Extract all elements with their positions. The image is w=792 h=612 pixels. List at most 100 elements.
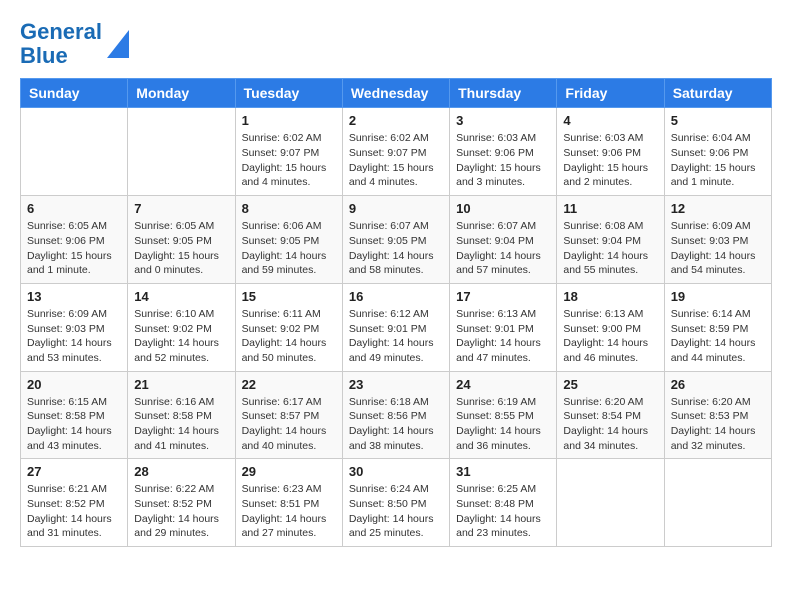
day-number: 27 bbox=[27, 464, 121, 479]
day-of-week-header: Friday bbox=[557, 79, 664, 108]
calendar-table: SundayMondayTuesdayWednesdayThursdayFrid… bbox=[20, 78, 772, 547]
day-info: Sunrise: 6:25 AM Sunset: 8:48 PM Dayligh… bbox=[456, 482, 550, 541]
day-number: 14 bbox=[134, 289, 228, 304]
logo: General Blue bbox=[20, 20, 129, 68]
calendar-cell: 2 Sunrise: 6:02 AM Sunset: 9:07 PM Daylig… bbox=[342, 108, 449, 196]
day-number: 12 bbox=[671, 201, 765, 216]
calendar-cell: 1 Sunrise: 6:02 AM Sunset: 9:07 PM Daylig… bbox=[235, 108, 342, 196]
day-info: Sunrise: 6:08 AM Sunset: 9:04 PM Dayligh… bbox=[563, 219, 657, 278]
calendar-week-row: 1 Sunrise: 6:02 AM Sunset: 9:07 PM Daylig… bbox=[21, 108, 772, 196]
day-info: Sunrise: 6:17 AM Sunset: 8:57 PM Dayligh… bbox=[242, 395, 336, 454]
day-info: Sunrise: 6:09 AM Sunset: 9:03 PM Dayligh… bbox=[27, 307, 121, 366]
day-info: Sunrise: 6:20 AM Sunset: 8:53 PM Dayligh… bbox=[671, 395, 765, 454]
calendar-header-row: SundayMondayTuesdayWednesdayThursdayFrid… bbox=[21, 79, 772, 108]
day-number: 31 bbox=[456, 464, 550, 479]
day-info: Sunrise: 6:12 AM Sunset: 9:01 PM Dayligh… bbox=[349, 307, 443, 366]
day-number: 21 bbox=[134, 377, 228, 392]
calendar-cell: 27 Sunrise: 6:21 AM Sunset: 8:52 PM Dayli… bbox=[21, 459, 128, 547]
day-info: Sunrise: 6:20 AM Sunset: 8:54 PM Dayligh… bbox=[563, 395, 657, 454]
calendar-cell bbox=[664, 459, 771, 547]
day-number: 5 bbox=[671, 113, 765, 128]
calendar-cell: 19 Sunrise: 6:14 AM Sunset: 8:59 PM Dayli… bbox=[664, 283, 771, 371]
day-number: 24 bbox=[456, 377, 550, 392]
calendar-cell: 31 Sunrise: 6:25 AM Sunset: 8:48 PM Dayli… bbox=[450, 459, 557, 547]
day-number: 7 bbox=[134, 201, 228, 216]
calendar-cell: 24 Sunrise: 6:19 AM Sunset: 8:55 PM Dayli… bbox=[450, 371, 557, 459]
day-info: Sunrise: 6:14 AM Sunset: 8:59 PM Dayligh… bbox=[671, 307, 765, 366]
day-number: 8 bbox=[242, 201, 336, 216]
day-info: Sunrise: 6:13 AM Sunset: 9:00 PM Dayligh… bbox=[563, 307, 657, 366]
day-number: 16 bbox=[349, 289, 443, 304]
calendar-cell: 13 Sunrise: 6:09 AM Sunset: 9:03 PM Dayli… bbox=[21, 283, 128, 371]
day-number: 1 bbox=[242, 113, 336, 128]
day-info: Sunrise: 6:06 AM Sunset: 9:05 PM Dayligh… bbox=[242, 219, 336, 278]
day-number: 13 bbox=[27, 289, 121, 304]
calendar-cell: 15Sunrise: 6:11 AM Sunset: 9:02 PM Dayli… bbox=[235, 283, 342, 371]
calendar-cell: 6 Sunrise: 6:05 AM Sunset: 9:06 PM Daylig… bbox=[21, 196, 128, 284]
day-info: Sunrise: 6:05 AM Sunset: 9:06 PM Dayligh… bbox=[27, 219, 121, 278]
day-info: Sunrise: 6:16 AM Sunset: 8:58 PM Dayligh… bbox=[134, 395, 228, 454]
day-info: Sunrise: 6:15 AM Sunset: 8:58 PM Dayligh… bbox=[27, 395, 121, 454]
logo-icon bbox=[107, 30, 129, 58]
calendar-cell: 18 Sunrise: 6:13 AM Sunset: 9:00 PM Dayli… bbox=[557, 283, 664, 371]
day-info: Sunrise: 6:24 AM Sunset: 8:50 PM Dayligh… bbox=[349, 482, 443, 541]
day-of-week-header: Wednesday bbox=[342, 79, 449, 108]
calendar-cell: 8 Sunrise: 6:06 AM Sunset: 9:05 PM Daylig… bbox=[235, 196, 342, 284]
day-info: Sunrise: 6:19 AM Sunset: 8:55 PM Dayligh… bbox=[456, 395, 550, 454]
day-of-week-header: Sunday bbox=[21, 79, 128, 108]
day-info: Sunrise: 6:13 AM Sunset: 9:01 PM Dayligh… bbox=[456, 307, 550, 366]
calendar-cell: 12 Sunrise: 6:09 AM Sunset: 9:03 PM Dayli… bbox=[664, 196, 771, 284]
calendar-cell: 4Sunrise: 6:03 AM Sunset: 9:06 PM Daylig… bbox=[557, 108, 664, 196]
day-number: 23 bbox=[349, 377, 443, 392]
calendar-cell: 10 Sunrise: 6:07 AM Sunset: 9:04 PM Dayli… bbox=[450, 196, 557, 284]
day-number: 25 bbox=[563, 377, 657, 392]
logo-text: General Blue bbox=[20, 20, 102, 68]
day-info: Sunrise: 6:22 AM Sunset: 8:52 PM Dayligh… bbox=[134, 482, 228, 541]
day-info: Sunrise: 6:02 AM Sunset: 9:07 PM Dayligh… bbox=[349, 131, 443, 190]
calendar-cell: 3Sunrise: 6:03 AM Sunset: 9:06 PM Daylig… bbox=[450, 108, 557, 196]
calendar-cell: 11 Sunrise: 6:08 AM Sunset: 9:04 PM Dayli… bbox=[557, 196, 664, 284]
calendar-cell bbox=[21, 108, 128, 196]
calendar-cell: 25 Sunrise: 6:20 AM Sunset: 8:54 PM Dayli… bbox=[557, 371, 664, 459]
day-info: Sunrise: 6:11 AM Sunset: 9:02 PM Dayligh… bbox=[242, 307, 336, 366]
day-number: 9 bbox=[349, 201, 443, 216]
day-number: 2 bbox=[349, 113, 443, 128]
day-info: Sunrise: 6:23 AM Sunset: 8:51 PM Dayligh… bbox=[242, 482, 336, 541]
calendar-cell: 30 Sunrise: 6:24 AM Sunset: 8:50 PM Dayli… bbox=[342, 459, 449, 547]
day-of-week-header: Thursday bbox=[450, 79, 557, 108]
day-number: 17 bbox=[456, 289, 550, 304]
calendar-cell: 7Sunrise: 6:05 AM Sunset: 9:05 PM Daylig… bbox=[128, 196, 235, 284]
calendar-cell: 28 Sunrise: 6:22 AM Sunset: 8:52 PM Dayli… bbox=[128, 459, 235, 547]
day-number: 3 bbox=[456, 113, 550, 128]
calendar-cell bbox=[128, 108, 235, 196]
day-number: 22 bbox=[242, 377, 336, 392]
page-header: General Blue bbox=[20, 20, 772, 68]
day-number: 28 bbox=[134, 464, 228, 479]
day-info: Sunrise: 6:10 AM Sunset: 9:02 PM Dayligh… bbox=[134, 307, 228, 366]
day-of-week-header: Monday bbox=[128, 79, 235, 108]
day-number: 18 bbox=[563, 289, 657, 304]
day-number: 10 bbox=[456, 201, 550, 216]
calendar-cell: 9Sunrise: 6:07 AM Sunset: 9:05 PM Daylig… bbox=[342, 196, 449, 284]
day-info: Sunrise: 6:21 AM Sunset: 8:52 PM Dayligh… bbox=[27, 482, 121, 541]
day-number: 6 bbox=[27, 201, 121, 216]
day-number: 26 bbox=[671, 377, 765, 392]
day-info: Sunrise: 6:02 AM Sunset: 9:07 PM Dayligh… bbox=[242, 131, 336, 190]
day-info: Sunrise: 6:07 AM Sunset: 9:04 PM Dayligh… bbox=[456, 219, 550, 278]
calendar-cell: 26 Sunrise: 6:20 AM Sunset: 8:53 PM Dayli… bbox=[664, 371, 771, 459]
day-info: Sunrise: 6:09 AM Sunset: 9:03 PM Dayligh… bbox=[671, 219, 765, 278]
calendar-cell: 16 Sunrise: 6:12 AM Sunset: 9:01 PM Dayli… bbox=[342, 283, 449, 371]
day-of-week-header: Saturday bbox=[664, 79, 771, 108]
calendar-week-row: 27 Sunrise: 6:21 AM Sunset: 8:52 PM Dayli… bbox=[21, 459, 772, 547]
calendar-cell: 14 Sunrise: 6:10 AM Sunset: 9:02 PM Dayli… bbox=[128, 283, 235, 371]
calendar-cell: 23 Sunrise: 6:18 AM Sunset: 8:56 PM Dayli… bbox=[342, 371, 449, 459]
day-number: 19 bbox=[671, 289, 765, 304]
calendar-week-row: 13 Sunrise: 6:09 AM Sunset: 9:03 PM Dayli… bbox=[21, 283, 772, 371]
day-number: 20 bbox=[27, 377, 121, 392]
calendar-cell bbox=[557, 459, 664, 547]
day-number: 11 bbox=[563, 201, 657, 216]
calendar-week-row: 6 Sunrise: 6:05 AM Sunset: 9:06 PM Daylig… bbox=[21, 196, 772, 284]
day-info: Sunrise: 6:18 AM Sunset: 8:56 PM Dayligh… bbox=[349, 395, 443, 454]
day-of-week-header: Tuesday bbox=[235, 79, 342, 108]
day-number: 30 bbox=[349, 464, 443, 479]
